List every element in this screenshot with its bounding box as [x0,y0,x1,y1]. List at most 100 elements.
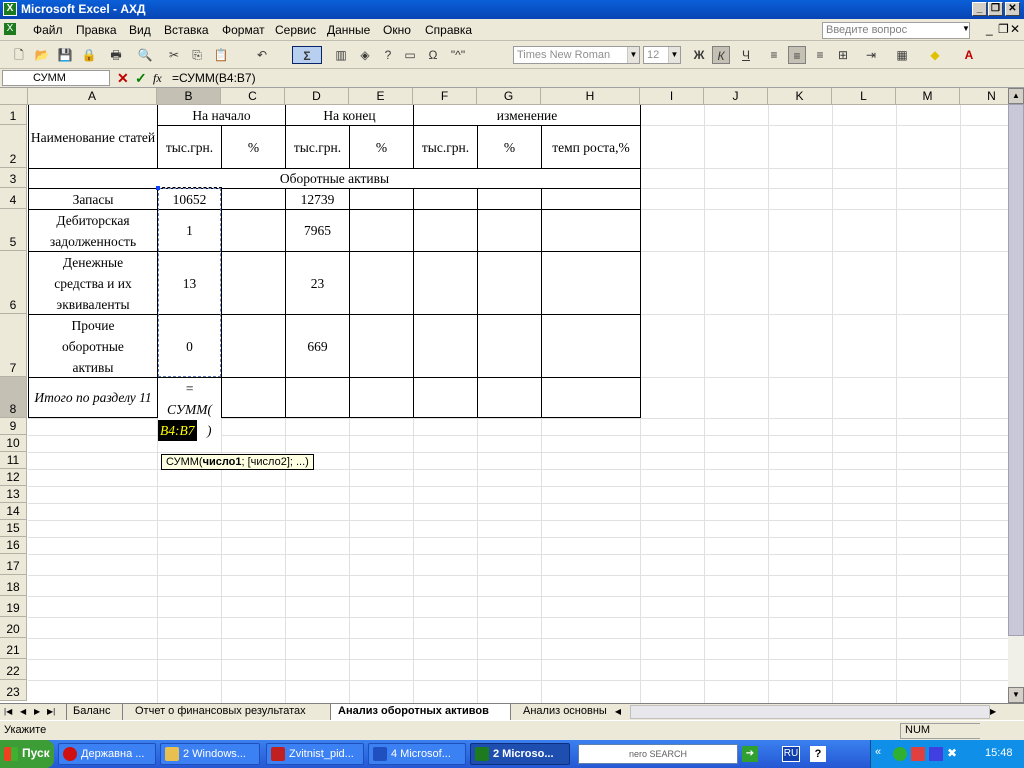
function-icon[interactable]: fx [153,71,162,86]
nero-search-input[interactable]: nero SEARCH [578,744,738,764]
row-header-7[interactable]: 7 [0,314,27,377]
task-opera[interactable]: Державна ... [58,743,156,765]
unit-b-cell[interactable]: тыс.грн. [158,126,221,168]
quote-button[interactable]: "^" [446,46,470,64]
row4-d-cell[interactable]: 12739 [286,189,349,209]
last-sheet-icon[interactable]: ▶| [47,704,55,720]
pct-g-cell[interactable]: % [478,126,541,168]
row-header-6[interactable]: 6 [0,251,27,314]
task-windows[interactable]: 2 Windows... [160,743,260,765]
ask-question-input[interactable]: Введите вопрос [822,22,970,39]
language-indicator[interactable]: RU [782,746,800,762]
tooltip-arg1[interactable]: число1 [203,456,242,468]
doc-icon[interactable]: X [4,23,16,35]
tray-expand-icon[interactable]: « [875,746,881,758]
enter-icon[interactable]: ✓ [135,70,147,87]
row4-name-cell[interactable]: Запасы [29,189,157,209]
next-sheet-icon[interactable]: ▶ [34,704,40,720]
scroll-down-icon[interactable]: ▼ [1008,687,1024,703]
align-center-icon[interactable]: ≡ [788,46,806,64]
column-header-j[interactable]: J [704,88,768,105]
chart-icon[interactable]: ▥ [332,46,350,64]
row-header-19[interactable]: 19 [0,596,27,617]
row-header-11[interactable]: 11 [0,452,27,469]
pct-c-cell[interactable]: % [222,126,285,168]
unit-d-cell[interactable]: тыс.грн. [286,126,349,168]
row7-d-cell[interactable]: 669 [286,315,349,377]
omega-icon[interactable]: Ω [424,46,442,64]
row-header-9[interactable]: 9 [0,418,27,435]
row-header-23[interactable]: 23 [0,680,27,701]
cut-icon[interactable]: ✂ [165,46,183,64]
menu-tools[interactable]: Сервис [275,23,316,37]
menu-view[interactable]: Вид [129,23,151,37]
horizontal-scrollbar[interactable] [630,705,990,719]
column-header-n[interactable]: N [960,88,1008,105]
row-header-22[interactable]: 22 [0,659,27,680]
row-header-14[interactable]: 14 [0,503,27,520]
go-arrow-icon[interactable]: ➔ [742,746,758,762]
merge-icon[interactable]: ⊞ [834,46,852,64]
column-header-m[interactable]: M [896,88,960,105]
menu-data[interactable]: Данные [327,23,370,37]
minimize-button[interactable]: _ [972,2,987,16]
doc-minimize-button[interactable]: _ [986,22,993,36]
row-header-8[interactable]: 8 [0,377,27,418]
row-header-2[interactable]: 2 [0,125,27,168]
font-name-select[interactable]: Times New Roman ▼ [513,46,640,64]
row7-name-cell[interactable]: Прочие оборотные активы [29,315,157,377]
row5-d-cell[interactable]: 7965 [286,210,349,251]
column-header-l[interactable]: L [832,88,896,105]
first-sheet-icon[interactable]: |◀ [4,704,12,720]
column-header-a[interactable]: A [28,88,157,105]
column-header-b[interactable]: B [157,88,221,105]
select-all-corner[interactable] [0,88,28,105]
cancel-icon[interactable]: ✕ [117,70,129,87]
help-tray-icon[interactable]: ? [810,746,826,762]
column-header-e[interactable]: E [349,88,413,105]
research-icon[interactable]: 🔍 [136,46,154,64]
fill-color-icon[interactable]: ◆ [926,46,944,64]
tooltip-func[interactable]: СУММ( [166,456,203,468]
restore-button[interactable]: ❐ [988,2,1003,16]
underline-button[interactable]: Ч [737,46,755,64]
name-box[interactable]: СУММ [2,70,110,86]
vertical-scrollbar[interactable]: ▲ ▼ [1008,88,1024,703]
column-header-g[interactable]: G [477,88,541,105]
row-header-5[interactable]: 5 [0,209,27,251]
column-header-c[interactable]: C [221,88,285,105]
row8-name-cell[interactable]: Итого по разделу 11 [29,378,157,417]
prev-sheet-icon[interactable]: ◀ [20,704,26,720]
italic-button[interactable]: К [712,46,730,64]
growth-rate-cell[interactable]: темп роста,% [542,126,640,168]
row-header-16[interactable]: 16 [0,537,27,554]
close-button[interactable]: ✕ [1005,2,1020,16]
column-header-f[interactable]: F [413,88,477,105]
row-header-15[interactable]: 15 [0,520,27,537]
open-icon[interactable]: 📂 [33,46,51,64]
formula-input[interactable]: =СУММ(B4:B7) [172,71,256,85]
task-word[interactable]: 4 Microsof... [368,743,466,765]
save-icon[interactable]: 💾 [56,46,74,64]
bold-button[interactable]: Ж [690,46,708,64]
tray-icon-2[interactable] [911,747,925,761]
print-icon[interactable]: 🖶 [107,46,125,64]
align-left-icon[interactable]: ≡ [765,46,783,64]
column-header-i[interactable]: I [640,88,704,105]
column-header-k[interactable]: K [768,88,832,105]
tray-icon-1[interactable] [893,747,907,761]
row-header-21[interactable]: 21 [0,638,27,659]
sheet-tab-financial[interactable]: Отчет о финансовых результатах [122,704,327,720]
new-icon[interactable]: 🗋 [10,46,28,64]
header-name-cell[interactable]: Наименование статей [29,106,157,168]
task-excel-active[interactable]: 2 Microso... [470,743,570,765]
copy-icon[interactable]: ⎘ [188,46,206,64]
header-start-cell[interactable]: На начало [158,106,285,125]
row5-name-cell[interactable]: Дебиторская задолженность [29,210,157,251]
section-title-cell[interactable]: Оборотные активы [29,169,640,188]
row6-d-cell[interactable]: 23 [286,252,349,314]
sheet-tab-active[interactable]: Анализ оборотных активов [330,704,510,720]
menu-help[interactable]: Справка [425,23,472,37]
excel-icon[interactable]: X [3,2,17,16]
row-header-12[interactable]: 12 [0,469,27,486]
